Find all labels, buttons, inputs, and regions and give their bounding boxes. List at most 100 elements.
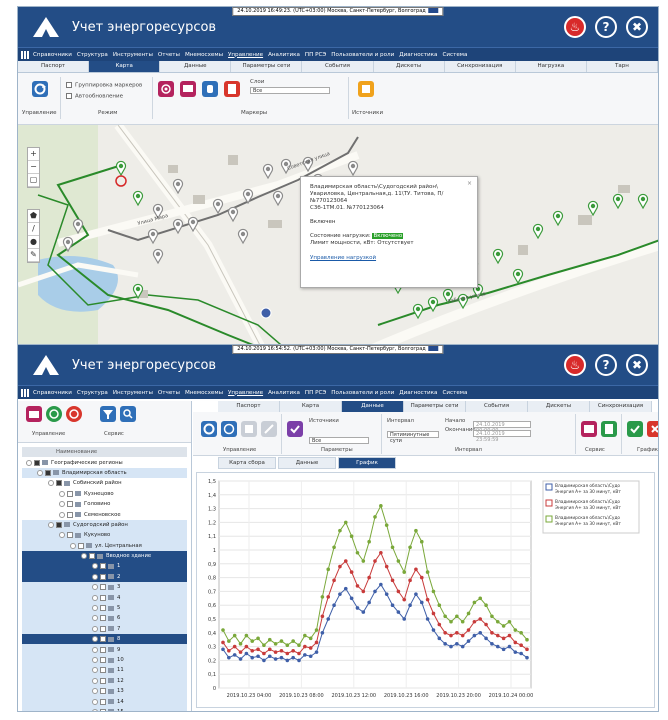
layer-select[interactable]: Все bbox=[250, 87, 330, 94]
tree-node[interactable]: 14 bbox=[22, 696, 187, 707]
expand-toggle-icon[interactable] bbox=[92, 698, 98, 705]
energy-chart[interactable]: 0 0,1 0,2 0,3 0,4 0,5 0,6 0,7 0,8 0,9 1 1,1 1,2 1,3 1,… bbox=[197, 473, 654, 712]
expand-toggle-icon[interactable] bbox=[92, 625, 98, 632]
tree-checkbox[interactable] bbox=[100, 573, 106, 580]
menu-item-5[interactable]: Управление bbox=[228, 52, 263, 58]
edit-button[interactable] bbox=[261, 421, 277, 437]
layer-select-value[interactable]: Все bbox=[250, 87, 330, 94]
line-tool-icon[interactable]: / bbox=[28, 223, 39, 236]
expand-toggle-icon[interactable] bbox=[26, 459, 32, 466]
menu-item-3[interactable]: Отчеты bbox=[158, 390, 180, 396]
sources-button[interactable] bbox=[358, 81, 374, 97]
expand-toggle-icon[interactable] bbox=[59, 532, 65, 539]
expand-toggle-icon[interactable] bbox=[92, 594, 98, 601]
sources-select[interactable]: Все bbox=[309, 427, 369, 446]
sources-select-value[interactable]: Все bbox=[309, 437, 369, 444]
group-markers-option[interactable]: Группировка маркеров bbox=[66, 82, 142, 89]
apply-button[interactable] bbox=[627, 421, 643, 437]
marker-doc-button[interactable] bbox=[224, 81, 240, 97]
tree-checkbox[interactable] bbox=[100, 584, 106, 591]
circle-tool-icon[interactable]: ● bbox=[28, 236, 39, 249]
menu-item-2[interactable]: Инструменты bbox=[113, 52, 153, 58]
expand-toggle-icon[interactable] bbox=[92, 636, 98, 643]
tree-checkbox[interactable] bbox=[67, 511, 73, 518]
service-excel-button[interactable] bbox=[601, 421, 617, 437]
tree-checkbox[interactable] bbox=[100, 605, 106, 612]
tree-checkbox[interactable] bbox=[100, 625, 106, 632]
tree-node[interactable]: Судогодский район bbox=[22, 519, 187, 531]
tree-node[interactable]: 5 bbox=[22, 602, 187, 614]
apps-grid-icon[interactable] bbox=[21, 50, 29, 59]
load-control-link[interactable]: Управление нагрузкой bbox=[310, 255, 376, 261]
menu-item-0[interactable]: Справочники bbox=[33, 390, 72, 396]
menu-item-0[interactable]: Справочники bbox=[33, 52, 72, 58]
tab-6[interactable]: Синхронизация bbox=[590, 401, 652, 412]
tree-node[interactable]: 6 bbox=[22, 613, 187, 624]
filter-button[interactable] bbox=[100, 406, 116, 422]
menu-item-6[interactable]: Аналитика bbox=[268, 52, 300, 58]
refresh-button-2[interactable] bbox=[201, 421, 217, 437]
tree-node[interactable]: 10 bbox=[22, 654, 187, 666]
expand-toggle-icon[interactable] bbox=[92, 657, 98, 663]
menu-item-4[interactable]: Мнемосхемы bbox=[185, 52, 223, 58]
menu-item-4[interactable]: Мнемосхемы bbox=[185, 390, 223, 396]
expand-toggle-icon[interactable] bbox=[92, 563, 98, 570]
tab-7[interactable]: Нагрузка bbox=[516, 61, 587, 72]
tree-node[interactable]: Географические регионы bbox=[22, 457, 187, 467]
tree-node[interactable]: 2 bbox=[22, 571, 187, 583]
zoom-in-button[interactable]: + bbox=[28, 148, 39, 161]
help-icon[interactable]: ? bbox=[595, 354, 617, 376]
tree-checkbox[interactable] bbox=[100, 698, 106, 705]
refresh-button[interactable] bbox=[32, 81, 48, 97]
tree-node[interactable]: Собинский район bbox=[22, 478, 187, 488]
menu-item-10[interactable]: Система bbox=[442, 52, 467, 58]
tree-node[interactable]: 13 bbox=[22, 685, 187, 697]
polygon-tool-icon[interactable]: ⬟ bbox=[28, 210, 39, 223]
tree-node[interactable]: Кукуново bbox=[22, 530, 187, 541]
expand-toggle-icon[interactable] bbox=[70, 542, 76, 549]
tree-node[interactable]: 1 bbox=[22, 561, 187, 572]
end-input-value[interactable]: 24.10.2019 23:59:59 bbox=[473, 430, 531, 443]
tree-checkbox[interactable] bbox=[100, 636, 106, 643]
tree-checkbox[interactable] bbox=[45, 469, 51, 476]
menu-item-10[interactable]: Система bbox=[442, 390, 467, 396]
apps-grid-icon[interactable] bbox=[21, 388, 29, 397]
tree-node[interactable]: 7 bbox=[22, 623, 187, 635]
subtab-1[interactable]: Данные bbox=[278, 457, 336, 469]
fullscreen-button[interactable]: ▢ bbox=[28, 174, 39, 187]
expand-toggle-icon[interactable] bbox=[92, 615, 98, 622]
map-view[interactable]: Улица Мира Советская улица Рабочая улица… bbox=[18, 125, 658, 349]
tab-0[interactable]: Паспорт bbox=[18, 61, 90, 72]
tab-5[interactable]: Дискеты bbox=[528, 401, 590, 412]
tab-5[interactable]: Дискеты bbox=[374, 61, 445, 72]
tree-checkbox[interactable] bbox=[100, 646, 106, 653]
menu-item-8[interactable]: Пользователи и роли bbox=[331, 52, 394, 58]
expand-toggle-icon[interactable] bbox=[92, 688, 98, 695]
tree-node[interactable]: 9 bbox=[22, 644, 187, 655]
tree-checkbox[interactable] bbox=[67, 532, 73, 539]
folder-button[interactable] bbox=[26, 406, 42, 422]
tab-0[interactable]: Паспорт bbox=[218, 401, 280, 412]
tab-8[interactable]: Тарн bbox=[587, 61, 658, 72]
auto-refresh-button[interactable] bbox=[221, 421, 237, 437]
tab-3[interactable]: Параметры сети bbox=[404, 401, 466, 412]
marker-target-button[interactable] bbox=[158, 81, 174, 97]
popup-close-icon[interactable]: × bbox=[467, 180, 472, 187]
expand-toggle-icon[interactable] bbox=[92, 677, 98, 684]
tree-node[interactable]: Кузнецово bbox=[22, 489, 187, 499]
menu-item-5[interactable]: Управление bbox=[228, 390, 263, 396]
edit-tool-icon[interactable]: ✎ bbox=[28, 249, 39, 262]
tree-checkbox[interactable] bbox=[89, 553, 95, 560]
menu-item-1[interactable]: Структура bbox=[77, 52, 108, 58]
tree-node[interactable]: Владимирская область bbox=[22, 467, 187, 479]
logout-icon[interactable]: ✖ bbox=[626, 354, 648, 376]
expand-toggle-icon[interactable] bbox=[59, 511, 65, 518]
tree-checkbox[interactable] bbox=[56, 480, 62, 487]
expand-toggle-icon[interactable] bbox=[48, 521, 54, 528]
tree-checkbox[interactable] bbox=[34, 459, 40, 466]
expand-toggle-icon[interactable] bbox=[92, 708, 98, 711]
tab-2[interactable]: Данные bbox=[342, 401, 404, 412]
tree-checkbox[interactable] bbox=[67, 501, 73, 508]
menu-item-7[interactable]: ПП РСЭ bbox=[305, 52, 326, 58]
tree-checkbox[interactable] bbox=[100, 563, 106, 570]
